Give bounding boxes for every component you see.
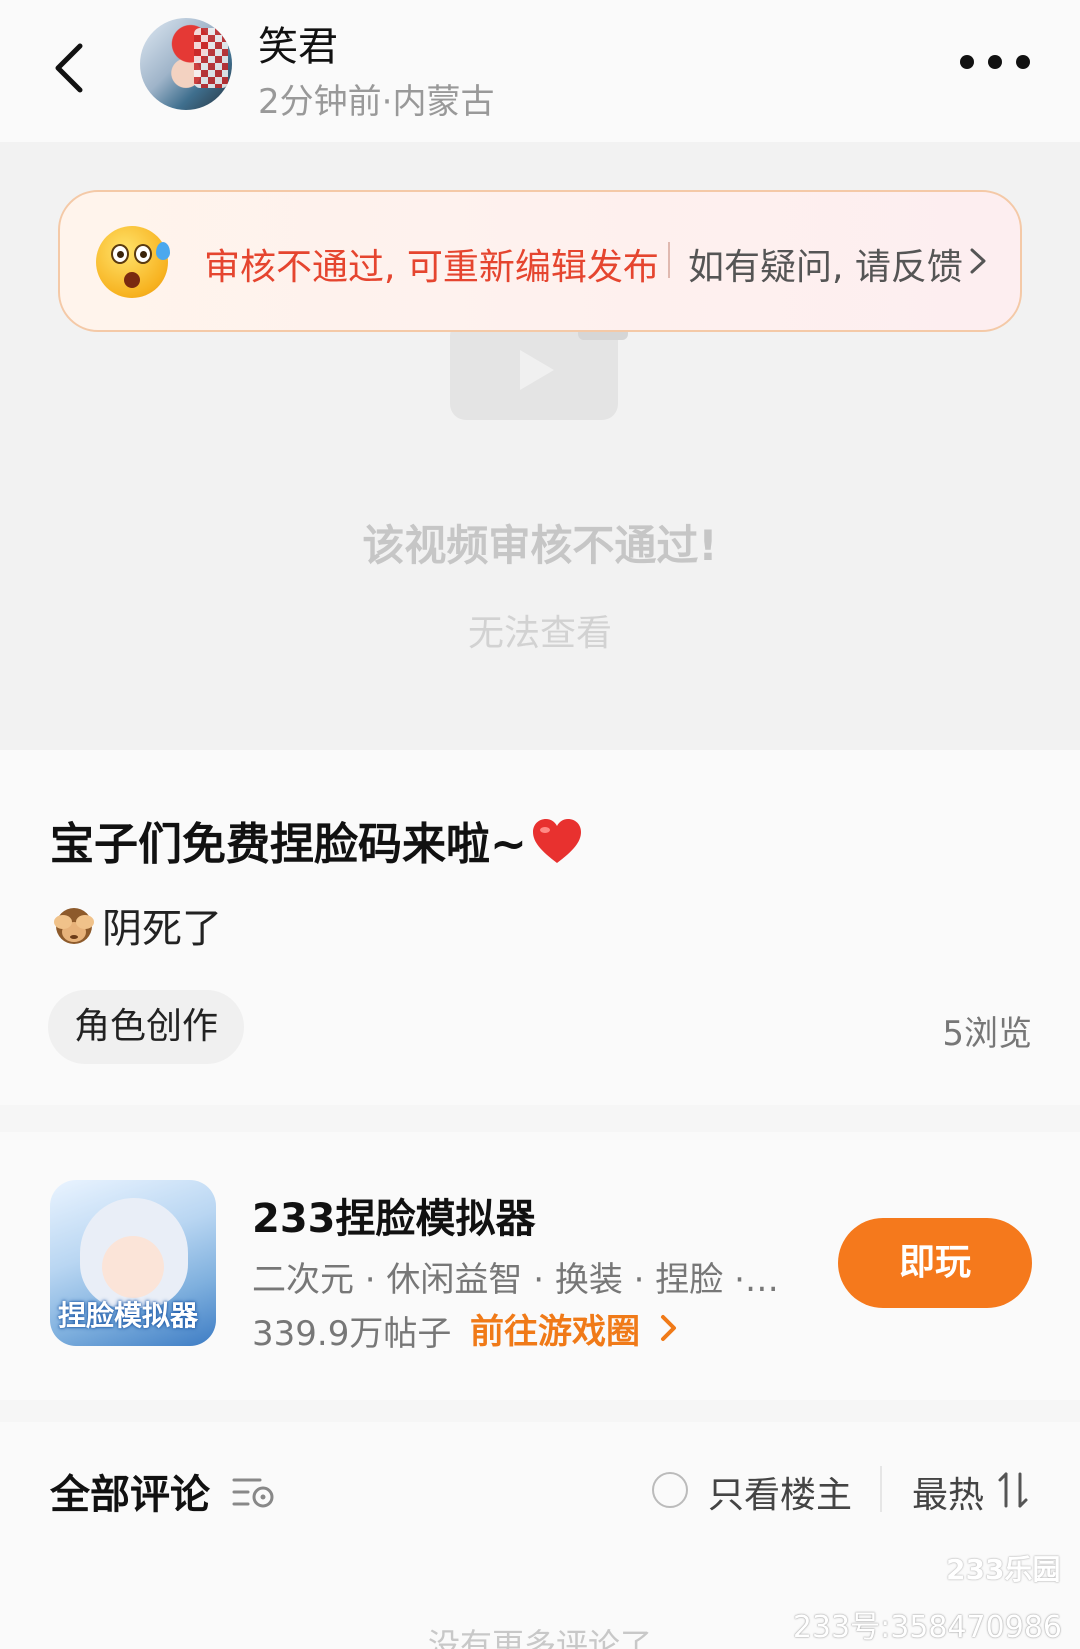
comments-section: 全部评论 只看楼主 最热 没有更多评论了 233乐园 233号:35847098… (0, 1422, 1080, 1649)
watermark-logo: 233乐园 (946, 1553, 1061, 1586)
post-time-location: 2分钟前·内蒙古 (258, 82, 495, 122)
go-to-game-circle-link[interactable]: 前往游戏圈 (470, 1304, 640, 1353)
game-icon-logo: 捏脸模拟器 (58, 1299, 199, 1332)
topic-tag[interactable]: 角色创作 (48, 990, 245, 1064)
only-op-radio[interactable] (652, 1472, 688, 1508)
review-status-banner[interactable]: 审核不通过, 可重新编辑发布 如有疑问, 请反馈 (58, 190, 1022, 332)
game-tags: 二次元 · 休闲益智 · 换装 · 捏脸 ·… (252, 1260, 779, 1300)
post-content: 宝子们免费捏脸码来啦~ 阴死了 角色创作 5浏览 (0, 750, 1080, 1105)
top-bar: 笑君 2分钟前·内蒙古 (0, 0, 1080, 142)
video-placeholder: 该视频审核不通过! 无法查看 审核不通过, 可重新编辑发布 如有疑问, 请反馈 (0, 142, 1080, 750)
filter-icon[interactable] (230, 1472, 278, 1512)
banner-divider (668, 242, 670, 278)
sort-hot-label[interactable]: 最热 (912, 1466, 984, 1518)
feedback-link[interactable]: 如有疑问, 请反馈 (688, 238, 963, 290)
post-body: 阴死了 (50, 896, 222, 954)
only-op-label[interactable]: 只看楼主 (708, 1466, 852, 1518)
see-no-evil-monkey-icon (54, 908, 94, 944)
comments-divider (880, 1466, 882, 1512)
shocked-face-icon (96, 226, 170, 298)
all-comments-title: 全部评论 (50, 1472, 210, 1518)
game-app-icon[interactable]: 捏脸模拟器 (50, 1180, 216, 1346)
review-failed-title: 该视频审核不通过! (362, 521, 718, 570)
heart-icon (532, 819, 581, 863)
sort-icon[interactable] (996, 1470, 1030, 1510)
avatar[interactable] (140, 18, 232, 110)
more-options-icon[interactable] (960, 52, 1030, 72)
review-status-text: 审核不通过, 可重新编辑发布 (204, 247, 659, 288)
chevron-right-icon (970, 248, 986, 274)
back-arrow-icon[interactable] (48, 40, 92, 96)
game-post-count: 339.9万帖子 (252, 1314, 452, 1354)
username[interactable]: 笑君 (258, 14, 338, 72)
review-failed-subtitle: 无法查看 (467, 613, 612, 654)
instant-play-button[interactable]: 即玩 (838, 1218, 1032, 1308)
post-title: 宝子们免费捏脸码来啦~ (50, 808, 583, 872)
watermark-id: 233号:358470986 (792, 1610, 1062, 1645)
chevron-right-icon (661, 1315, 676, 1341)
game-card[interactable]: 捏脸模拟器 233捏脸模拟器 二次元 · 休闲益智 · 换装 · 捏脸 ·… 3… (0, 1132, 1080, 1400)
view-count: 5浏览 (942, 1014, 1032, 1054)
game-name[interactable]: 233捏脸模拟器 (252, 1186, 536, 1244)
